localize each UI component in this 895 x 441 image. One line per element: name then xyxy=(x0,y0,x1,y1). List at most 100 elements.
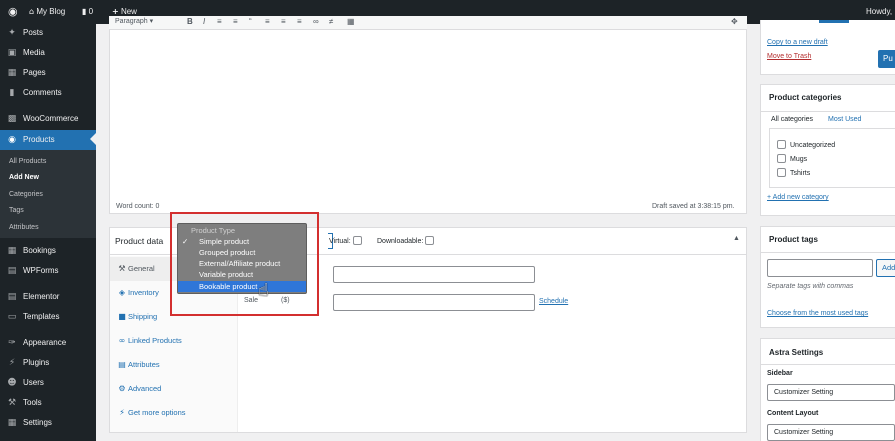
sidebar-select-value: Customizer Setting xyxy=(774,389,834,396)
menu-settings[interactable]: ▦ Settings xyxy=(0,414,96,432)
astra-settings-box: Astra Settings Sidebar Customizer Settin… xyxy=(760,338,895,441)
checkbox[interactable] xyxy=(777,154,786,163)
annotation-highlight-box xyxy=(170,212,319,316)
submenu-all-products[interactable]: All Products xyxy=(9,155,46,169)
tab-advanced[interactable]: ⚙ Advanced xyxy=(110,377,238,401)
settings-icon: ▦ xyxy=(7,418,17,428)
content-layout-label: Content Layout xyxy=(767,410,819,417)
comments-icon: ▮ xyxy=(9,88,15,98)
calendar-icon: ▦ xyxy=(7,246,17,256)
divider xyxy=(761,364,895,365)
elementor-icon: ▤ xyxy=(7,292,17,302)
numbered-list-icon[interactable]: ≡ xyxy=(233,17,238,26)
menu-wpforms[interactable]: ▤ WPForms xyxy=(0,262,96,280)
downloadable-option[interactable]: Downloadable: xyxy=(377,236,435,245)
word-count: Word count: 0 xyxy=(116,203,160,210)
downloadable-checkbox[interactable] xyxy=(425,236,435,245)
diamond-icon: ◈ xyxy=(118,288,126,297)
schedule-link[interactable]: Schedule xyxy=(539,298,568,305)
content-layout-select[interactable]: Customizer Setting xyxy=(767,424,895,441)
italic-icon[interactable]: I xyxy=(203,17,205,26)
tab-most-used[interactable]: Most Used xyxy=(828,116,861,123)
user-icon: ☻ xyxy=(7,378,17,388)
blockquote-icon[interactable]: “ xyxy=(249,17,252,26)
menu-woocommerce[interactable]: ▩ WooCommerce xyxy=(0,110,96,128)
virtual-option[interactable]: Virtual: xyxy=(329,236,362,245)
tags-title: Product tags xyxy=(769,235,818,244)
content-editor[interactable] xyxy=(109,16,747,214)
wpforms-icon: ▤ xyxy=(7,266,17,276)
product-categories-box: Product categories All categories Most U… xyxy=(760,84,895,216)
sidebar-select[interactable]: Customizer Setting xyxy=(767,384,895,401)
add-tag-button[interactable]: Add xyxy=(876,259,895,277)
menu-pages[interactable]: ▦ Pages xyxy=(0,64,96,82)
brush-icon: ✑ xyxy=(8,338,16,348)
add-new-category-link[interactable]: + Add new category xyxy=(767,194,829,201)
category-mugs[interactable]: Mugs xyxy=(777,154,807,163)
align-right-icon[interactable]: ≡ xyxy=(297,17,302,26)
menu-tools[interactable]: ⚒ Tools xyxy=(0,394,96,412)
menu-media[interactable]: ▣ Media xyxy=(0,44,96,62)
site-name-link[interactable]: ⌂ My Blog xyxy=(29,0,65,24)
align-center-icon[interactable]: ≡ xyxy=(281,17,286,26)
wordpress-logo-icon[interactable]: ◉ xyxy=(8,0,18,24)
menu-appearance[interactable]: ✑ Appearance xyxy=(0,334,96,352)
menu-comments[interactable]: ▮ Comments xyxy=(0,84,96,102)
wrench-icon: ⚒ xyxy=(118,264,126,273)
submenu-add-new[interactable]: Add New xyxy=(9,171,39,185)
choose-most-used-tags-link[interactable]: Choose from the most used tags xyxy=(767,310,868,317)
fullscreen-icon[interactable]: ✥ xyxy=(731,17,738,26)
publish-button[interactable]: Pu xyxy=(878,50,895,68)
wrench-icon: ⚒ xyxy=(7,398,17,408)
insert-link-icon[interactable]: ∞ xyxy=(313,17,319,26)
draft-saved-status: Draft saved at 3:38:15 pm. xyxy=(652,203,735,210)
category-tshirts[interactable]: Tshirts xyxy=(777,168,810,177)
bold-icon[interactable]: B xyxy=(187,17,193,26)
category-uncategorized[interactable]: Uncategorized xyxy=(777,140,835,149)
copy-to-draft-link[interactable]: Copy to a new draft xyxy=(767,39,828,46)
hand-cursor-icon: ☝ xyxy=(258,280,269,301)
menu-products[interactable]: ◉ Products xyxy=(0,130,96,150)
tag-input[interactable] xyxy=(767,259,873,277)
menu-elementor[interactable]: ▤ Elementor xyxy=(0,288,96,306)
unlink-icon[interactable]: ≠ xyxy=(329,17,333,26)
checkbox[interactable] xyxy=(777,140,786,149)
pages-icon: ▦ xyxy=(7,68,17,78)
submenu-categories[interactable]: Categories xyxy=(9,188,43,202)
submenu-attributes[interactable]: Attributes xyxy=(9,221,39,235)
tab-linked-products[interactable]: ∞ Linked Products xyxy=(110,329,238,353)
woocommerce-icon: ▩ xyxy=(7,114,17,124)
plugin-icon: ⚡ xyxy=(119,408,125,417)
product-tags-box: Product tags Add Separate tags with comm… xyxy=(760,226,895,328)
comments-link[interactable]: ▮ 0 xyxy=(82,0,93,24)
menu-bookings[interactable]: ▦ Bookings xyxy=(0,242,96,260)
submenu-tags[interactable]: Tags xyxy=(9,204,24,218)
menu-users[interactable]: ☻ Users xyxy=(0,374,96,392)
sale-price-input[interactable] xyxy=(333,294,535,311)
align-left-icon[interactable]: ≡ xyxy=(265,17,270,26)
link-icon: ∞ xyxy=(118,336,126,345)
content-layout-select-value: Customizer Setting xyxy=(774,429,834,436)
virtual-checkbox[interactable] xyxy=(352,236,362,245)
format-select[interactable]: Paragraph ▾ xyxy=(115,17,153,25)
folder-icon: ▭ xyxy=(7,312,17,322)
pin-icon: ✦ xyxy=(8,28,16,38)
menu-templates[interactable]: ▭ Templates xyxy=(0,308,96,326)
tab-all-categories[interactable]: All categories xyxy=(771,116,813,123)
chevron-down-icon: ▾ xyxy=(149,18,154,25)
move-to-trash-link[interactable]: Move to Trash xyxy=(767,53,811,60)
checkbox[interactable] xyxy=(777,168,786,177)
comment-bubble-icon: ▮ xyxy=(82,7,87,16)
bullet-list-icon[interactable]: ≡ xyxy=(217,17,222,26)
product-data-title: Product data xyxy=(115,236,164,246)
menu-posts[interactable]: ✦ Posts xyxy=(0,24,96,42)
tab-get-more-options[interactable]: ⚡ Get more options xyxy=(110,401,238,425)
divider xyxy=(761,111,895,112)
regular-price-input[interactable] xyxy=(333,266,535,283)
publish-box-edge-link xyxy=(819,20,849,23)
menu-plugins[interactable]: ⚡ Plugins xyxy=(0,354,96,372)
plugin-icon: ⚡ xyxy=(8,358,16,368)
toolbar-toggle-icon[interactable]: ▦ xyxy=(347,17,355,26)
tab-attributes[interactable]: ▤ Attributes xyxy=(110,353,238,377)
collapse-toggle-icon[interactable]: ▲ xyxy=(733,235,740,242)
